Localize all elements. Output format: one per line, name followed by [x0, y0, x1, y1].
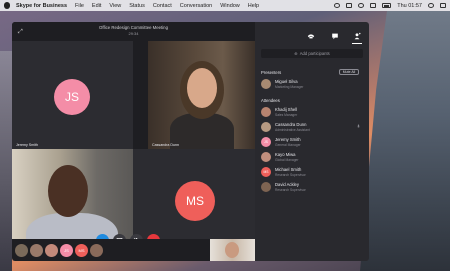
desktop-mountain-right [360, 11, 450, 271]
chat-icon [332, 33, 338, 40]
participant-avatar [261, 152, 271, 162]
fullscreen-expand-icon[interactable]: ⤢ [18, 29, 24, 35]
participant-avatar [261, 79, 271, 89]
participant-name: Khadij Shell [275, 107, 298, 112]
notification-center-icon[interactable] [440, 3, 446, 8]
participant-name: Cassandra Dunn [275, 122, 307, 127]
participant-thumbnails: JS MS [15, 244, 103, 257]
video-tile-cassandra[interactable]: Cassandra Dunn [148, 41, 255, 149]
participant-role: Administrative Assistant [275, 127, 310, 132]
participant-avatar: MS [261, 167, 271, 177]
phone-icon [307, 34, 315, 39]
volume-icon[interactable] [370, 3, 377, 8]
avatar-michael: MS [175, 181, 215, 221]
tab-call[interactable] [303, 30, 319, 42]
participant-name: Jeremy Smith [275, 137, 301, 142]
add-participants-input[interactable]: ⊕ Add participants [261, 49, 363, 58]
participant-role: Marketing Manager [275, 84, 304, 89]
add-participants-icon: ⊕ [294, 51, 298, 56]
participant-name: Kayo Miwa [275, 152, 296, 157]
avatar-jeremy: JS [54, 79, 90, 115]
apple-icon[interactable] [4, 2, 10, 9]
cassandra-face [187, 68, 217, 108]
participant-row[interactable]: Khadij Shell Sales Manager [261, 106, 365, 119]
attendees-heading: Attendees [261, 98, 280, 103]
participant-row[interactable]: JS Jeremy Smith General Manager [261, 136, 365, 149]
participant-name: David Ackley [275, 182, 299, 187]
participant-role: General Manager [275, 142, 301, 147]
participant-name: Miguel Silva [275, 79, 298, 84]
menu-status[interactable]: Status [129, 3, 145, 9]
airplay-icon[interactable] [346, 3, 353, 8]
strip-avatar-jeremy[interactable]: JS [60, 244, 73, 257]
strip-avatar-3[interactable] [45, 244, 58, 257]
participant-avatar: JS [261, 137, 271, 147]
strip-avatar-michael[interactable]: MS [75, 244, 88, 257]
menu-contact[interactable]: Contact [153, 3, 172, 9]
battery-icon[interactable] [382, 3, 392, 8]
spotlight-search-icon[interactable] [428, 3, 434, 8]
participant-role: Research Supervisor [275, 172, 306, 177]
participant-role: Sales Manager [275, 112, 298, 117]
participant-role: Research Supervisor [275, 187, 306, 192]
menu-app-name[interactable]: Skype for Business [16, 3, 67, 9]
menu-edit[interactable]: Edit [92, 3, 101, 9]
participant-row[interactable]: Miguel Silva Marketing Manager [261, 78, 365, 91]
participants-panel: ⊕ Add participants Presenters Mute All M… [255, 22, 369, 261]
skype-status-icon[interactable] [334, 3, 341, 8]
meeting-titlebar: Office Redesign Committee Meeting 29:34 [12, 22, 255, 41]
mac-menubar: Skype for Business File Edit View Status… [0, 0, 450, 11]
menu-help[interactable]: Help [248, 3, 259, 9]
self-view-face [225, 242, 239, 258]
add-participants-placeholder: Add participants [299, 51, 330, 56]
desktop-mountain-left [0, 51, 12, 271]
strip-avatar-1[interactable] [15, 244, 28, 257]
participant-avatar [261, 107, 271, 117]
participant-avatar [261, 182, 271, 192]
mute-all-button[interactable]: Mute All [339, 69, 359, 75]
menu-file[interactable]: File [75, 3, 84, 9]
participant-strip: JS MS [12, 239, 255, 261]
strip-avatar-6[interactable] [90, 244, 103, 257]
participants-icon [354, 32, 361, 40]
video-tile-jeremy[interactable]: JS Jeremy Smith [12, 41, 133, 149]
tile-name-jeremy: Jeremy Smith [16, 143, 38, 147]
participant-row[interactable]: Cassandra Dunn Administrative Assistant [261, 121, 365, 134]
participant-name: Michael Smith [275, 167, 302, 172]
self-view-video[interactable] [210, 239, 255, 261]
menu-conversation[interactable]: Conversation [180, 3, 212, 9]
participant-avatar [261, 122, 271, 132]
menu-view[interactable]: View [109, 3, 121, 9]
microphone-icon [357, 124, 360, 128]
tab-participants[interactable] [349, 30, 365, 44]
meeting-window: Office Redesign Committee Meeting 29:34 … [12, 22, 255, 261]
participant-row[interactable]: Kayo Miwa Global Manager [261, 151, 365, 164]
participant-role: Global Manager [275, 157, 299, 162]
panel-tabs [255, 30, 369, 44]
wifi-icon[interactable] [358, 3, 365, 8]
meeting-title: Office Redesign Committee Meeting [99, 25, 168, 30]
menubar-clock[interactable]: Thu 01:57 [397, 3, 422, 9]
tile-name-cassandra: Cassandra Dunn [152, 143, 179, 147]
tab-chat[interactable] [327, 30, 343, 42]
meeting-duration: 29:34 [128, 31, 139, 36]
presenters-heading: Presenters [261, 70, 282, 75]
menu-window[interactable]: Window [220, 3, 240, 9]
participant-row[interactable]: David Ackley Research Supervisor [261, 181, 365, 194]
participant-row[interactable]: MS Michael Smith Research Supervisor [261, 166, 365, 179]
strip-avatar-2[interactable] [30, 244, 43, 257]
curtis-face [48, 165, 88, 217]
